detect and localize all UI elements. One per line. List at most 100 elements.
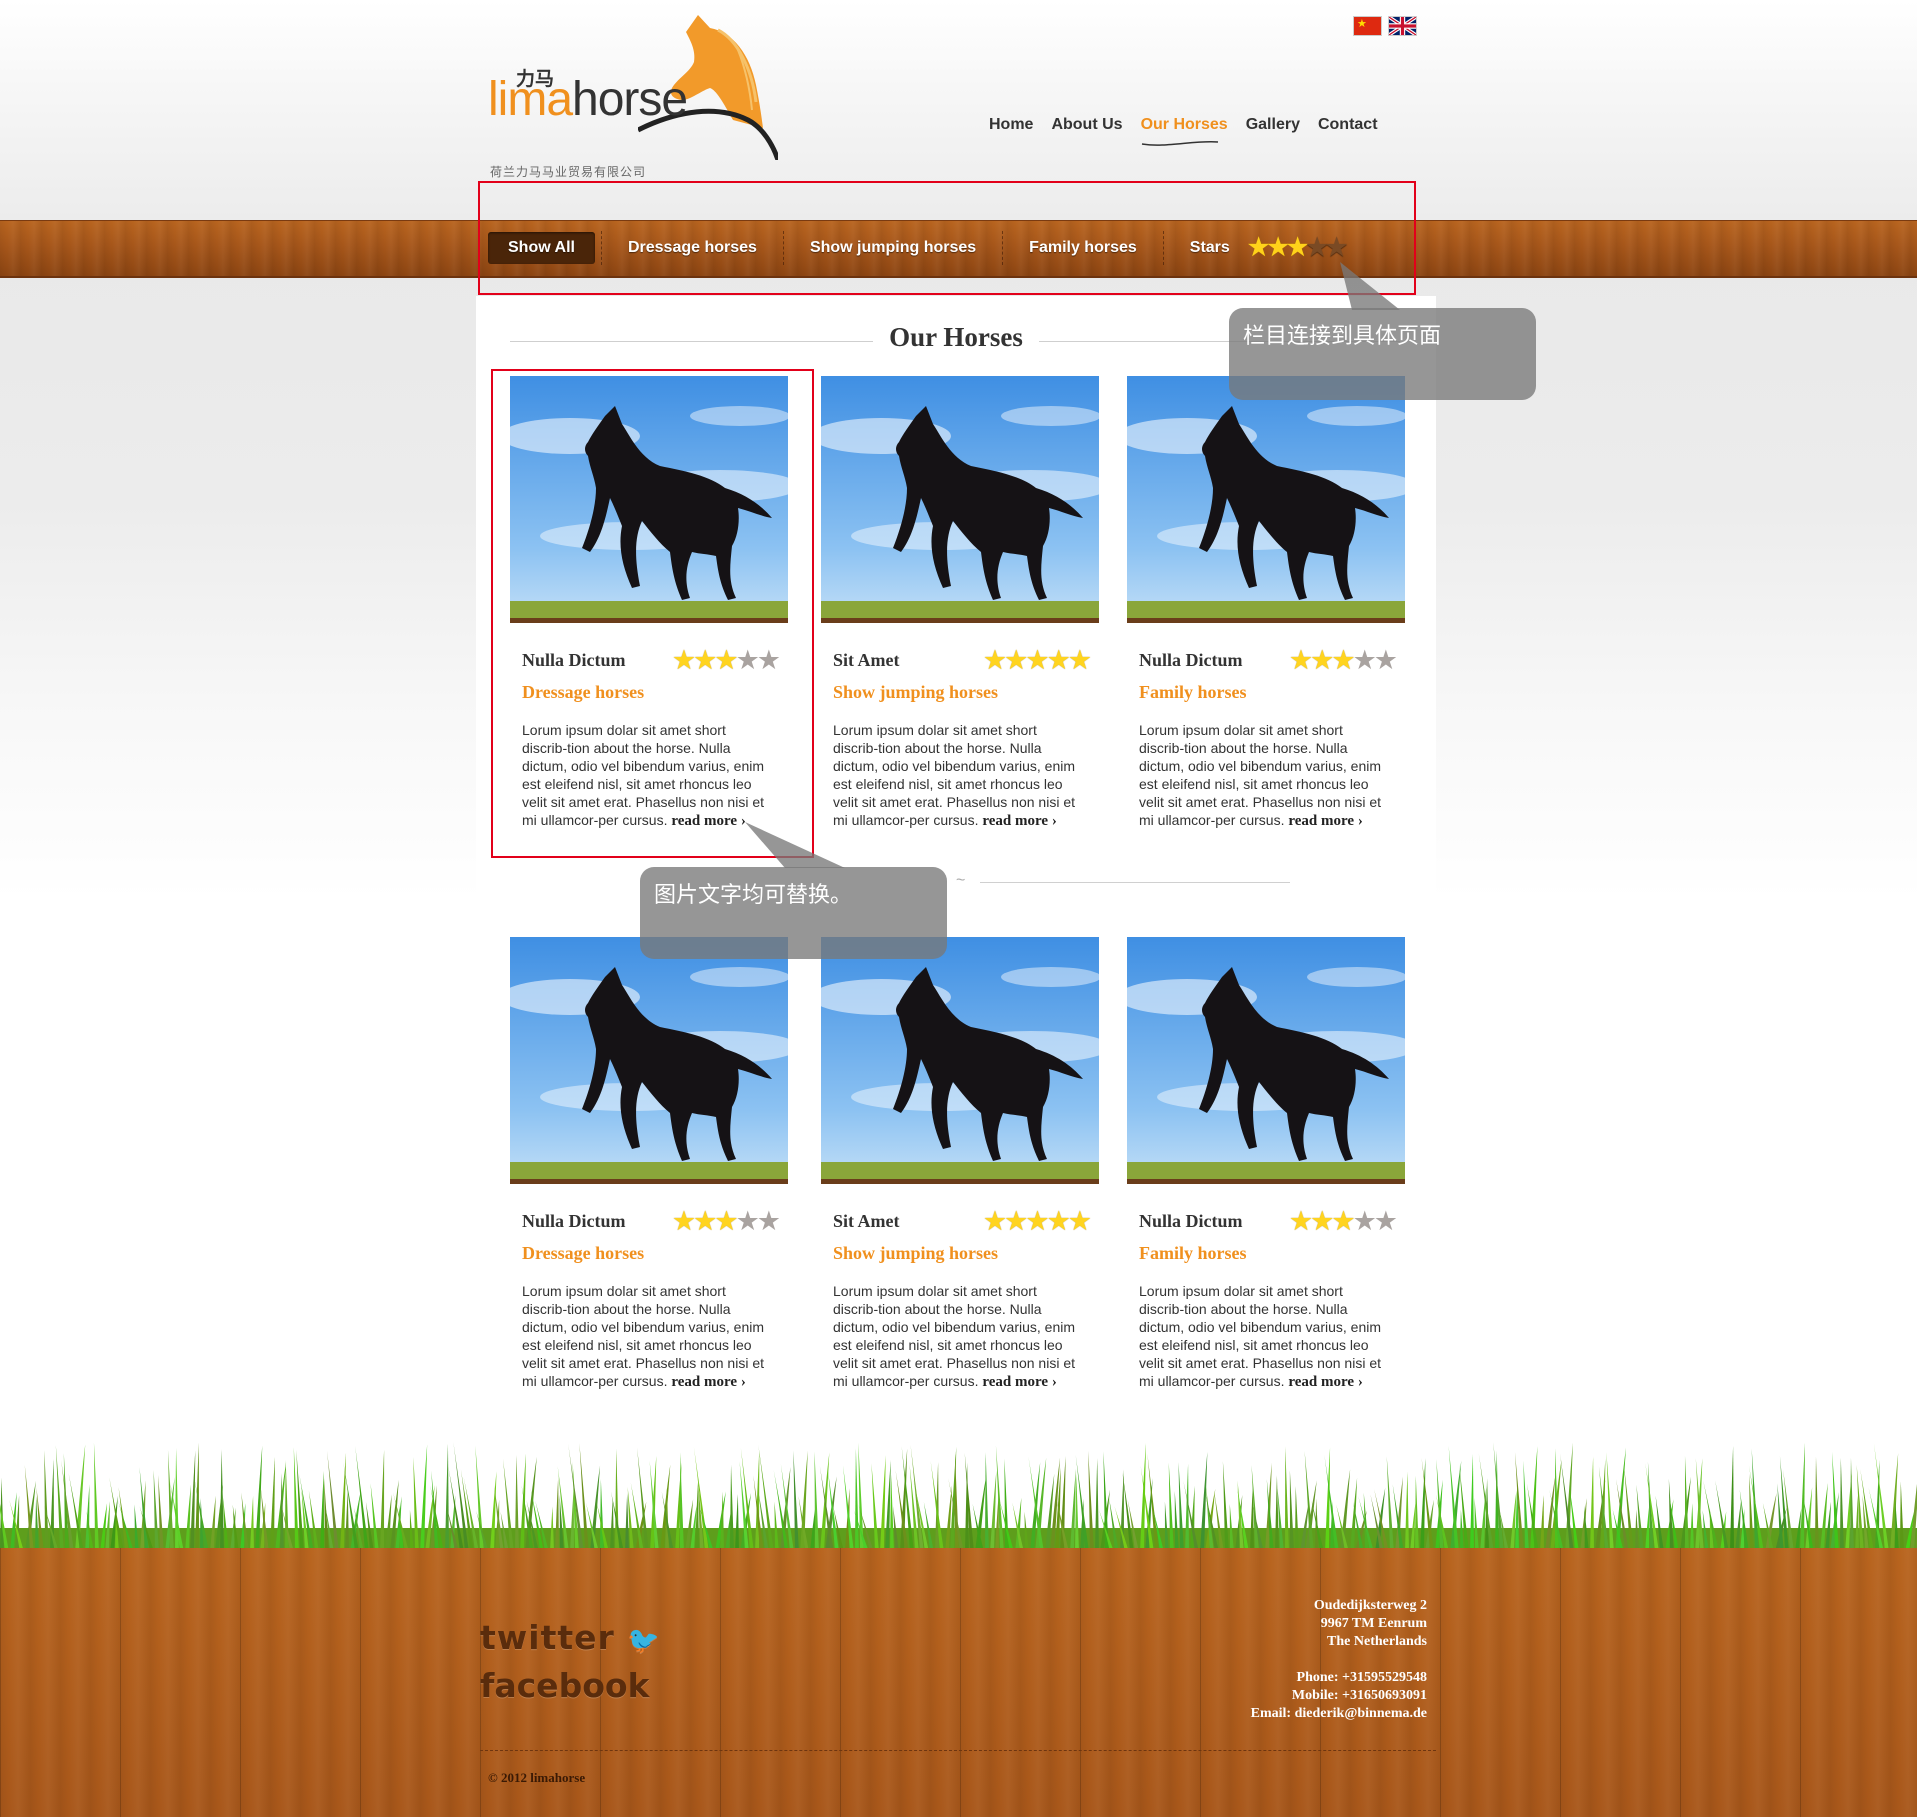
- star-filled-icon: ★: [1067, 645, 1092, 675]
- twitter-link[interactable]: twitter 🐦: [480, 1618, 661, 1657]
- nav-our-horses-label: Our Horses: [1140, 116, 1228, 133]
- horse-photo[interactable]: [821, 376, 1099, 623]
- horse-category-link[interactable]: Show jumping horses: [821, 682, 1101, 703]
- card-header: Sit Amet ★ ★ ★ ★ ★: [821, 647, 1101, 674]
- facebook-link[interactable]: facebook: [480, 1666, 649, 1705]
- star-empty-icon: ★: [1373, 645, 1398, 675]
- horse-category-link[interactable]: Show jumping horses: [821, 1243, 1101, 1264]
- contact-email[interactable]: Email: diederik@binnema.de: [1100, 1705, 1427, 1723]
- nav-our-horses[interactable]: Our Horses: [1132, 110, 1237, 146]
- main-nav: Home About Us Our Horses Gallery Contact: [980, 110, 1387, 146]
- twitter-bird-icon: 🐦: [627, 1626, 661, 1656]
- read-more-label: read more: [671, 1374, 738, 1390]
- horse-star-rating: ★ ★ ★ ★ ★: [1289, 645, 1398, 675]
- horse-name[interactable]: Nulla Dictum: [1139, 650, 1243, 671]
- horse-card: Nulla Dictum ★ ★ ★ ★ ★ Dressage horses Lorum…: [510, 937, 790, 1391]
- grass-blade: [345, 1490, 349, 1552]
- grass-blade: [515, 1454, 519, 1552]
- grass-blade: [855, 1448, 859, 1552]
- horse-name[interactable]: Nulla Dictum: [1139, 1211, 1243, 1232]
- grass-blade: [774, 1501, 779, 1552]
- horse-name[interactable]: Nulla Dictum: [522, 1211, 626, 1232]
- star-filled-icon: ★: [1025, 645, 1049, 675]
- chinese-flag-icon[interactable]: [1353, 16, 1382, 36]
- grass-blade: [570, 1487, 574, 1552]
- grass-blade: [1730, 1445, 1734, 1552]
- footer: [0, 1548, 1917, 1817]
- horse-name[interactable]: Sit Amet: [833, 1211, 900, 1232]
- grass-blade: [680, 1452, 684, 1552]
- grass-blade: [1850, 1457, 1854, 1552]
- horse-photo[interactable]: [510, 937, 788, 1184]
- star-filled-icon: ★: [693, 1206, 717, 1236]
- horse-category-link[interactable]: Dressage horses: [510, 1243, 790, 1264]
- nav-home[interactable]: Home: [980, 110, 1042, 140]
- grass-blade: [985, 1452, 989, 1552]
- read-more-link[interactable]: read more ›: [982, 813, 1056, 829]
- annotation-nav-note: 栏目连接到具体页面: [1229, 308, 1536, 400]
- grass-blade: [890, 1474, 894, 1552]
- nav-contact[interactable]: Contact: [1309, 110, 1387, 140]
- horse-description: Lorum ipsum dolar sit amet short discrib…: [1127, 721, 1399, 830]
- star-filled-icon: ★: [1331, 1206, 1355, 1236]
- address-line: The Netherlands: [1327, 1634, 1427, 1649]
- grass-blade: [735, 1494, 739, 1552]
- horse-photo[interactable]: [821, 937, 1099, 1184]
- card-header: Nulla Dictum ★ ★ ★ ★ ★: [510, 1208, 790, 1235]
- star-filled-icon: ★: [1046, 1206, 1071, 1236]
- horse-card: Sit Amet ★ ★ ★ ★ ★ Show jumping horses Lorum…: [821, 376, 1101, 830]
- grass-blade: [1415, 1475, 1419, 1552]
- grass-blade: [1285, 1446, 1289, 1552]
- horse-category-link[interactable]: Family horses: [1127, 682, 1407, 703]
- read-more-label: read more: [1288, 1374, 1355, 1390]
- read-more-link[interactable]: read more ›: [982, 1374, 1056, 1390]
- grass-blade: [1275, 1475, 1279, 1552]
- star-empty-icon: ★: [1373, 1206, 1398, 1236]
- annotation-box-card: [491, 369, 814, 858]
- horse-category-link[interactable]: Family horses: [1127, 1243, 1407, 1264]
- uk-flag-icon[interactable]: [1388, 16, 1417, 36]
- grass-blade: [1405, 1471, 1409, 1552]
- grass-blade: [755, 1450, 760, 1552]
- star-filled-icon: ★: [714, 1206, 738, 1236]
- horse-description: Lorum ipsum dolar sit amet short discrib…: [510, 1282, 782, 1391]
- read-more-link[interactable]: read more ›: [671, 1374, 745, 1390]
- star-filled-icon: ★: [982, 645, 1007, 675]
- footer-address: Oudedijksterweg 2 9967 TM Eenrum The Net…: [1100, 1597, 1427, 1651]
- annotation-tail-filters: [1340, 262, 1400, 310]
- logo-subtitle: 荷兰力马马业贸易有限公司: [490, 165, 647, 179]
- grass-blade: [730, 1464, 734, 1552]
- grass-blade: [1900, 1481, 1904, 1552]
- horse-photo[interactable]: [1127, 937, 1405, 1184]
- grass-blade: [44, 1450, 49, 1552]
- horse-description: Lorum ipsum dolar sit amet short discrib…: [1127, 1282, 1399, 1391]
- read-more-label: read more: [982, 813, 1049, 829]
- star-filled-icon: ★: [1310, 645, 1334, 675]
- star-filled-icon: ★: [1310, 1206, 1334, 1236]
- nav-about-us[interactable]: About Us: [1042, 110, 1131, 140]
- grass-blade: [1590, 1456, 1594, 1552]
- grass-blade: [220, 1449, 224, 1552]
- read-more-link[interactable]: read more ›: [1288, 1374, 1362, 1390]
- logo[interactable]: 力马 limahorse 荷兰力马马业贸易有限公司: [488, 10, 778, 180]
- read-more-link[interactable]: read more ›: [1288, 813, 1362, 829]
- address-line: 9967 TM Eenrum: [1320, 1616, 1427, 1631]
- footer-divider: [480, 1750, 1436, 1751]
- horse-name[interactable]: Sit Amet: [833, 650, 900, 671]
- star-filled-icon: ★: [1067, 1206, 1092, 1236]
- star-filled-icon: ★: [1025, 1206, 1049, 1236]
- grass-blade: [1164, 1501, 1169, 1552]
- grass-blade: [1289, 1470, 1294, 1552]
- card-header: Nulla Dictum ★ ★ ★ ★ ★: [1127, 647, 1407, 674]
- row-divider: [980, 882, 1290, 883]
- section-title: Our Horses: [873, 322, 1039, 352]
- grass-blade: [1540, 1495, 1544, 1552]
- horse-photo[interactable]: [1127, 376, 1405, 623]
- grass-blade: [1075, 1473, 1079, 1552]
- horse-star-rating: ★ ★ ★ ★ ★: [1289, 1206, 1398, 1236]
- grass-blade: [35, 1495, 39, 1552]
- nav-gallery[interactable]: Gallery: [1237, 110, 1309, 140]
- grass-blade: [1690, 1503, 1694, 1552]
- address-line: Oudedijksterweg 2: [1313, 1598, 1427, 1613]
- grass-blade: [250, 1495, 254, 1552]
